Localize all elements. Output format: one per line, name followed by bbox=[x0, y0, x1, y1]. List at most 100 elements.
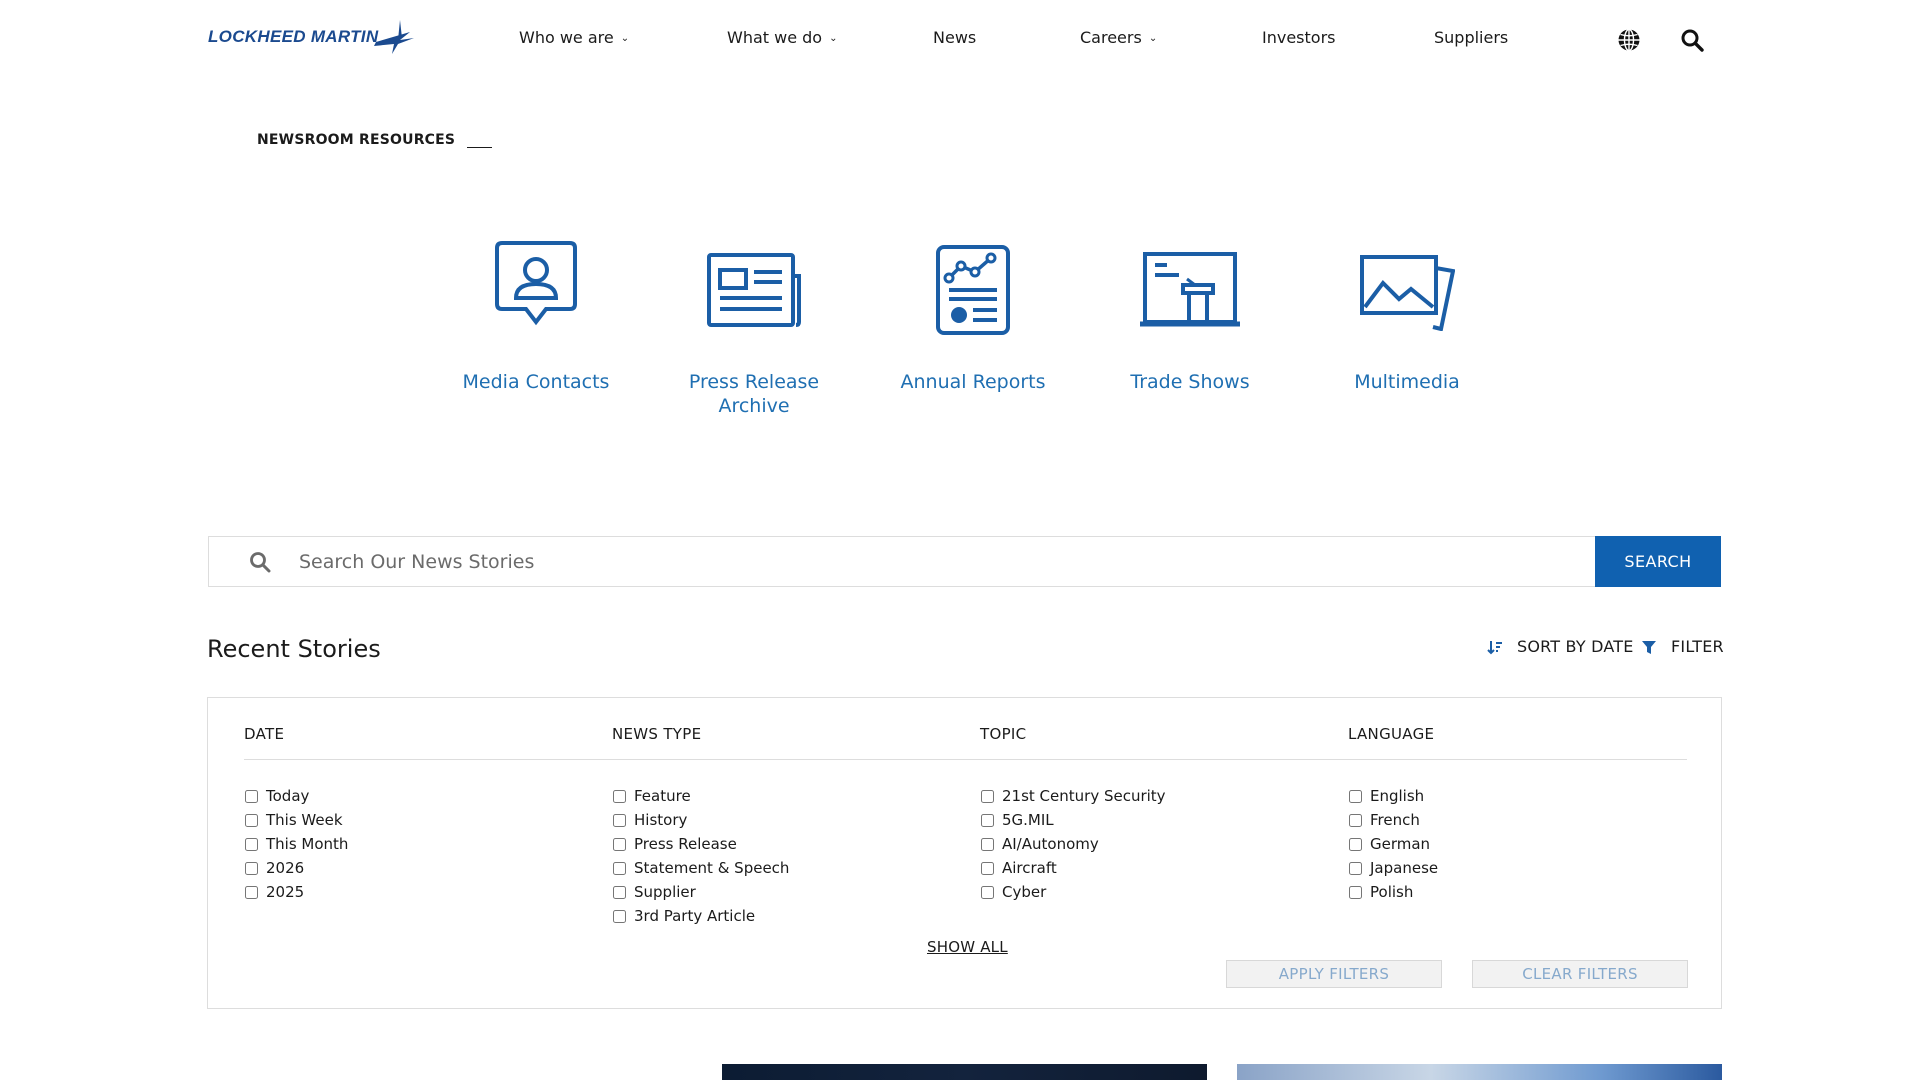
filter-option[interactable]: German bbox=[1348, 832, 1678, 856]
sort-label: SORT BY DATE bbox=[1517, 637, 1634, 656]
filter-option-label: Polish bbox=[1370, 883, 1414, 901]
filter-checkbox[interactable] bbox=[1349, 813, 1362, 827]
filter-checkbox[interactable] bbox=[613, 837, 626, 851]
chevron-down-icon: ⌄ bbox=[620, 33, 630, 44]
filter-option[interactable]: Statement & Speech bbox=[612, 856, 942, 880]
filter-option[interactable]: Supplier bbox=[612, 880, 942, 904]
filter-option[interactable]: 3rd Party Article bbox=[612, 904, 942, 928]
filter-option[interactable]: This Week bbox=[244, 808, 574, 832]
filter-option-label: German bbox=[1370, 835, 1431, 853]
filter-checkbox[interactable] bbox=[245, 789, 258, 803]
filter-checkbox[interactable] bbox=[245, 861, 258, 875]
section-title: NEWSROOM RESOURCES bbox=[257, 132, 456, 148]
filter-option[interactable]: 2026 bbox=[244, 856, 574, 880]
filter-checkbox[interactable] bbox=[613, 789, 626, 803]
filter-checkbox[interactable] bbox=[613, 861, 626, 875]
resource-media-contacts[interactable]: Media Contacts bbox=[436, 238, 636, 394]
filter-option-label: Supplier bbox=[634, 883, 696, 901]
filter-checkbox[interactable] bbox=[1349, 837, 1362, 851]
nav-news[interactable]: News bbox=[933, 28, 976, 47]
filter-option[interactable]: Japanese bbox=[1348, 856, 1678, 880]
filter-option[interactable]: Press Release bbox=[612, 832, 942, 856]
news-search-input[interactable] bbox=[299, 547, 1499, 577]
filter-checkbox[interactable] bbox=[981, 789, 994, 803]
media-contacts-icon bbox=[495, 241, 577, 326]
clear-filters-button[interactable]: CLEAR FILTERS bbox=[1472, 960, 1688, 988]
filter-option[interactable]: Today bbox=[244, 784, 574, 808]
nav-label: Who we are bbox=[519, 28, 614, 47]
filter-option[interactable]: History bbox=[612, 808, 942, 832]
filter-checkbox[interactable] bbox=[1349, 861, 1362, 875]
filter-column-date: DATE Today This Week This Month 2026 202… bbox=[244, 722, 574, 904]
resource-trade-shows[interactable]: Trade Shows bbox=[1090, 238, 1290, 394]
filter-checkbox[interactable] bbox=[613, 909, 626, 923]
filter-checkbox[interactable] bbox=[1349, 885, 1362, 899]
sort-by-date-button[interactable]: SORT BY DATE bbox=[1487, 637, 1634, 656]
filter-checkbox[interactable] bbox=[245, 885, 258, 899]
nav-label: Investors bbox=[1262, 28, 1336, 47]
filter-option[interactable]: AI/Autonomy bbox=[980, 832, 1310, 856]
icon-container bbox=[1090, 238, 1290, 342]
filter-option[interactable]: English bbox=[1348, 784, 1678, 808]
nav-careers[interactable]: Careers ⌄ bbox=[1080, 28, 1157, 47]
filter-option-label: English bbox=[1370, 787, 1425, 805]
nav-investors[interactable]: Investors bbox=[1262, 28, 1335, 47]
nav-suppliers[interactable]: Suppliers bbox=[1434, 28, 1508, 47]
filter-column-news-type: NEWS TYPE Feature History Press Release … bbox=[612, 722, 942, 928]
filter-option-label: Feature bbox=[634, 787, 691, 805]
filter-option-label: Cyber bbox=[1002, 883, 1047, 901]
resource-multimedia[interactable]: Multimedia bbox=[1307, 238, 1507, 394]
nav-label: Careers bbox=[1080, 28, 1142, 47]
resource-label: Media Contacts bbox=[462, 371, 610, 393]
filter-option[interactable]: Feature bbox=[612, 784, 942, 808]
resource-annual-reports[interactable]: Annual Reports bbox=[873, 238, 1073, 394]
apply-filters-button[interactable]: APPLY FILTERS bbox=[1226, 960, 1442, 988]
filter-option-label: 2025 bbox=[266, 883, 305, 901]
filter-option[interactable]: This Month bbox=[244, 832, 574, 856]
filter-checkbox[interactable] bbox=[1349, 789, 1362, 803]
search-icon[interactable] bbox=[1680, 28, 1704, 52]
filter-option-label: Press Release bbox=[634, 835, 737, 853]
nav-who-we-are[interactable]: Who we are ⌄ bbox=[519, 28, 629, 47]
filter-toggle-button[interactable]: FILTER bbox=[1641, 637, 1724, 656]
icon-container bbox=[654, 238, 854, 342]
search-button[interactable]: SEARCH bbox=[1595, 536, 1721, 587]
filter-option[interactable]: 21st Century Security bbox=[980, 784, 1310, 808]
story-card-image[interactable] bbox=[1237, 1064, 1722, 1080]
filter-option-label: Aircraft bbox=[1002, 859, 1057, 877]
filter-option[interactable]: Aircraft bbox=[980, 856, 1310, 880]
filter-checkbox[interactable] bbox=[981, 837, 994, 851]
filter-checkbox[interactable] bbox=[245, 837, 258, 851]
filter-checkbox[interactable] bbox=[613, 813, 626, 827]
filter-option[interactable]: 2025 bbox=[244, 880, 574, 904]
filter-checkbox[interactable] bbox=[981, 813, 994, 827]
filter-option-label: Today bbox=[266, 787, 310, 805]
globe-icon[interactable] bbox=[1617, 28, 1641, 52]
trade-shows-icon bbox=[1140, 252, 1240, 327]
filter-panel: DATE Today This Week This Month 2026 202… bbox=[207, 697, 1722, 1009]
filter-option-label: This Week bbox=[266, 811, 343, 829]
newsroom-resources-heading: NEWSROOM RESOURCES bbox=[257, 132, 493, 148]
filter-checkbox[interactable] bbox=[981, 861, 994, 875]
resource-press-release-archive[interactable]: Press Release Archive bbox=[654, 238, 854, 418]
multimedia-icon bbox=[1360, 255, 1455, 331]
resource-label: Trade Shows bbox=[1130, 371, 1250, 393]
filter-option-label: 2026 bbox=[266, 859, 305, 877]
filter-option-label: 5G.MIL bbox=[1002, 811, 1054, 829]
story-card-image[interactable] bbox=[722, 1064, 1207, 1080]
recent-stories-title: Recent Stories bbox=[207, 635, 381, 663]
filter-option[interactable]: 5G.MIL bbox=[980, 808, 1310, 832]
chevron-down-icon: ⌄ bbox=[1148, 33, 1158, 44]
filter-checkbox[interactable] bbox=[981, 885, 994, 899]
title-rule bbox=[467, 146, 493, 148]
show-all-link[interactable]: SHOW ALL bbox=[927, 938, 1008, 956]
filter-option[interactable]: French bbox=[1348, 808, 1678, 832]
filter-column-language: LANGUAGE English French German Japanese … bbox=[1348, 722, 1678, 904]
filter-checkbox[interactable] bbox=[245, 813, 258, 827]
filter-option[interactable]: Polish bbox=[1348, 880, 1678, 904]
filter-heading: LANGUAGE bbox=[1348, 725, 1435, 743]
filter-checkbox[interactable] bbox=[613, 885, 626, 899]
filter-option[interactable]: Cyber bbox=[980, 880, 1310, 904]
icon-container bbox=[873, 238, 1073, 342]
nav-what-we-do[interactable]: What we do ⌄ bbox=[727, 28, 837, 47]
